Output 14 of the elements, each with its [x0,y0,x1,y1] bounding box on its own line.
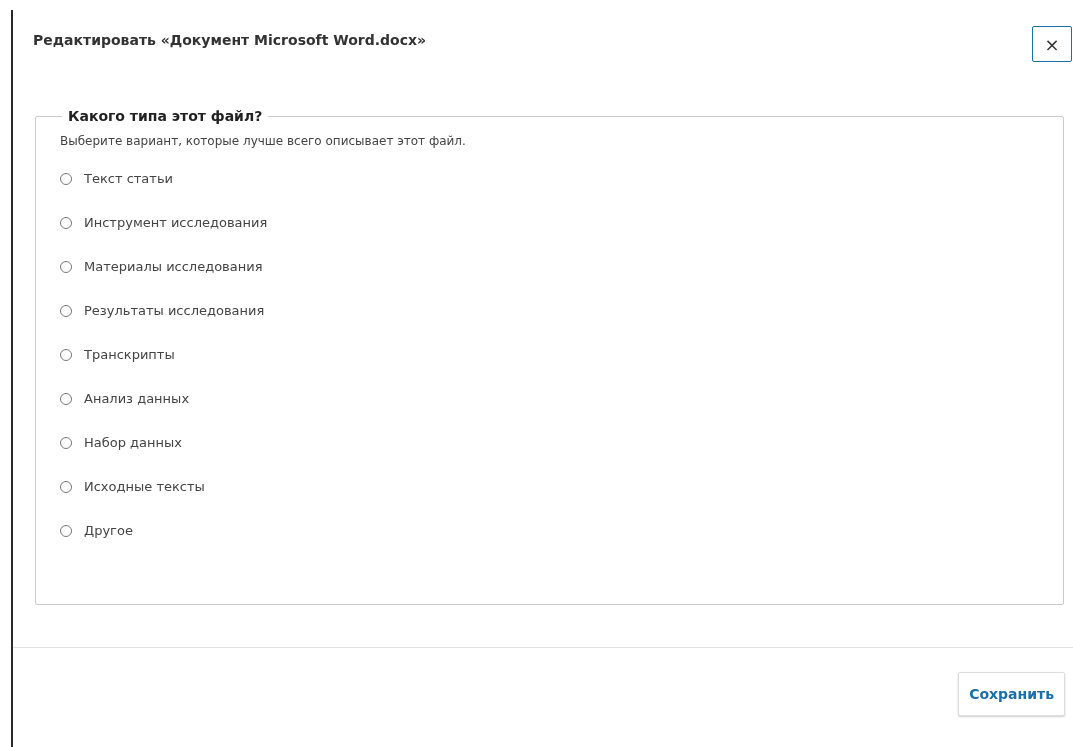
option-label[interactable]: Материалы исследования [84,258,263,276]
fieldset-legend: Какого типа этот файл? [62,108,269,124]
description-text: Выберите вариант, которые лучше всего описывает этот файл. [60,134,467,148]
option-label[interactable]: Анализ данных [84,390,190,408]
dialog-title: Редактировать «Документ Microsoft Word.docx» [33,32,427,48]
option-label[interactable]: Инструмент исследования [84,214,268,232]
save-button[interactable]: Сохранить [958,672,1065,716]
option-label[interactable]: Набор данных [84,434,182,452]
option-label[interactable]: Исходные тексты [84,478,205,496]
option-label[interactable]: Транскрипты [84,346,175,364]
close-button[interactable]: × [1032,26,1072,62]
option-label[interactable]: Другое [84,522,133,540]
option-label[interactable]: Результаты исследования [84,302,265,320]
option-label[interactable]: Текст статьи [84,170,173,188]
